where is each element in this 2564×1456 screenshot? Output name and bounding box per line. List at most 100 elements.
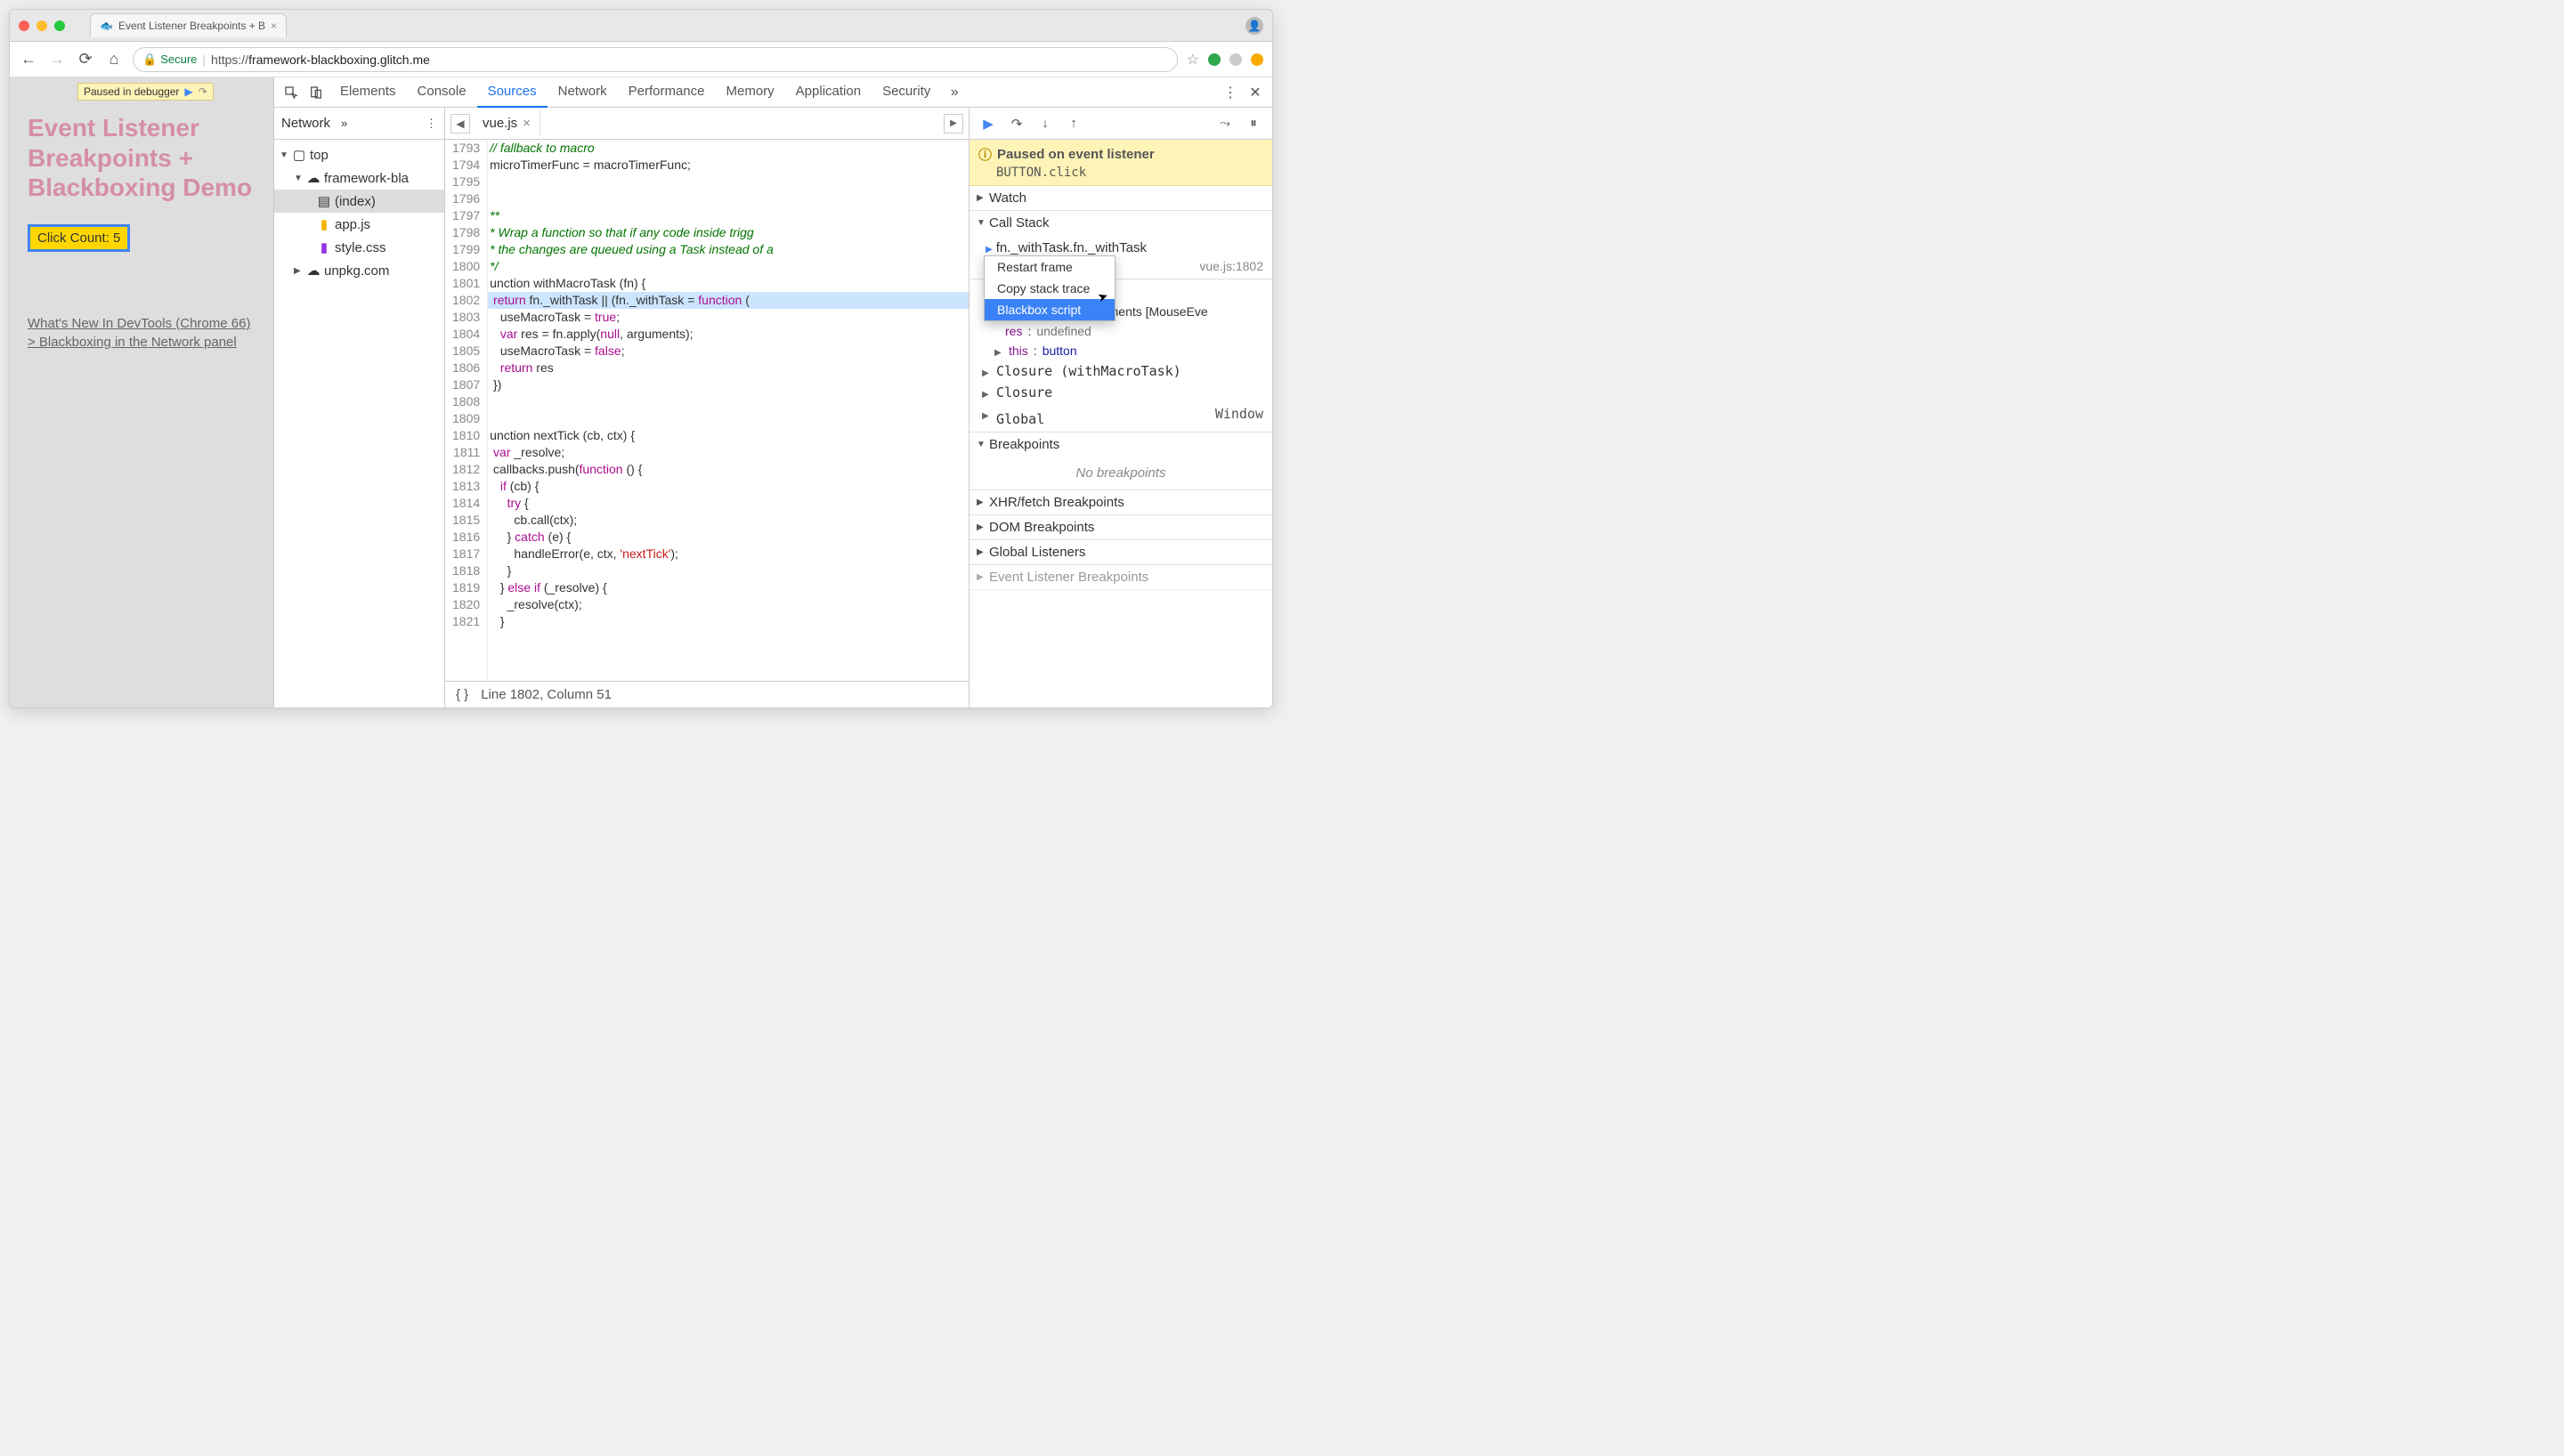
next-tab-button[interactable]: ▶	[944, 114, 963, 133]
browser-tab[interactable]: 🐟 Event Listener Breakpoints + B ×	[90, 13, 287, 37]
tree-domain-2[interactable]: ▶☁ unpkg.com	[274, 259, 444, 282]
devtools-tab-elements[interactable]: Elements	[329, 77, 407, 108]
home-button[interactable]: ⌂	[104, 50, 124, 69]
secure-label: Secure	[160, 53, 197, 66]
extension-icon-1[interactable]	[1208, 53, 1221, 66]
scope-label: Closure (withMacroTask)	[996, 363, 1181, 379]
scope-global-value: Window	[1215, 406, 1263, 422]
tab-favicon: 🐟	[100, 20, 113, 32]
editor-tab[interactable]: vue.js ×	[474, 110, 540, 136]
bookmark-star-icon[interactable]: ☆	[1187, 51, 1199, 69]
devtools-tab-memory[interactable]: Memory	[716, 77, 785, 108]
tree-file-index[interactable]: ▤ (index)	[274, 190, 444, 213]
step-icon[interactable]: ↷	[199, 85, 207, 98]
device-mode-icon[interactable]	[304, 81, 328, 104]
global-listeners-section[interactable]: ▶Global Listeners	[970, 540, 1272, 565]
devtools-tab-console[interactable]: Console	[407, 77, 477, 108]
tree-file-label: style.css	[335, 240, 386, 255]
webpage-viewport: Paused in debugger ▶ ↷ Event Listener Br…	[10, 77, 273, 708]
pretty-print-icon[interactable]: { }	[456, 687, 468, 702]
section-label: DOM Breakpoints	[989, 520, 1094, 535]
browser-window: 🐟 Event Listener Breakpoints + B × 👤 ← →…	[9, 9, 1273, 708]
context-menu: Restart frame Copy stack trace Blackbox …	[984, 255, 1116, 321]
js-file-icon: ▮	[317, 216, 331, 232]
devtools-tab-security[interactable]: Security	[872, 77, 941, 108]
ctx-copy-stack-trace[interactable]: Copy stack trace	[985, 278, 1115, 299]
omnibox[interactable]: 🔒 Secure | https://framework-blackboxing…	[133, 47, 1178, 72]
devtools-tab-network[interactable]: Network	[548, 77, 618, 108]
extension-icon-2[interactable]	[1229, 53, 1242, 66]
event-listener-breakpoints-section[interactable]: ▶Event Listener Breakpoints	[970, 565, 1272, 590]
minimize-window-icon[interactable]	[37, 20, 47, 31]
page-link[interactable]: What's New In DevTools (Chrome 66) > Bla…	[28, 314, 256, 352]
tree-file-label: (index)	[335, 194, 376, 209]
forward-button[interactable]: →	[47, 50, 67, 69]
sidebar-pane-label[interactable]: Network	[281, 116, 330, 131]
click-count-button[interactable]: Click Count: 5	[28, 224, 130, 252]
sidebar-pane-more-icon[interactable]: »	[341, 117, 347, 130]
watch-section[interactable]: ▶Watch	[970, 186, 1272, 211]
xhr-breakpoints-section[interactable]: ▶XHR/fetch Breakpoints	[970, 490, 1272, 515]
cloud-icon: ☁	[306, 263, 320, 279]
scope-closure-1[interactable]: ▶Closure (withMacroTask)	[970, 360, 1272, 382]
scope-var-res[interactable]: res: undefined	[970, 321, 1272, 341]
tree-domain-2-label: unpkg.com	[324, 263, 389, 279]
devtools: ElementsConsoleSourcesNetworkPerformance…	[273, 77, 1272, 708]
breakpoints-header[interactable]: ▼Breakpoints	[970, 433, 1272, 457]
sidebar-pane-menu-icon[interactable]: ⋮	[426, 117, 437, 131]
step-out-button[interactable]: ↑	[1064, 114, 1083, 133]
pause-banner: ⓘ Paused on event listener BUTTON.click	[970, 140, 1272, 186]
close-window-icon[interactable]	[19, 20, 29, 31]
editor-pane: ◀ vue.js × ▶ 179317941795179617971798179…	[445, 108, 970, 708]
extension-icon-3[interactable]	[1251, 53, 1263, 66]
scope-var-this[interactable]: ▶ this: button	[970, 341, 1272, 360]
deactivate-breakpoints-button[interactable]: ⤳	[1215, 114, 1235, 133]
tree-domain-1[interactable]: ▼☁ framework-bla	[274, 166, 444, 190]
devtools-menu-icon[interactable]: ⋮	[1219, 81, 1242, 104]
scope-label: Global	[996, 411, 1044, 427]
maximize-window-icon[interactable]	[54, 20, 65, 31]
tab-close-icon[interactable]: ×	[271, 20, 277, 32]
stack-frame-location[interactable]: vue.js:1802	[1199, 259, 1263, 273]
titlebar: 🐟 Event Listener Breakpoints + B × 👤	[10, 10, 1272, 42]
back-button[interactable]: ←	[19, 50, 38, 69]
sources-sidebar: Network » ⋮ ▼▢ top ▼☁ framework-bla	[274, 108, 445, 708]
tree-top-label: top	[310, 148, 329, 163]
resume-icon[interactable]: ▶	[184, 85, 192, 98]
ctx-blackbox-script[interactable]: Blackbox script	[985, 299, 1115, 320]
close-devtools-icon[interactable]: ✕	[1244, 81, 1267, 104]
tree-file-appjs[interactable]: ▮ app.js	[274, 213, 444, 236]
callstack-header[interactable]: ▼Call Stack	[970, 211, 1272, 235]
step-into-button[interactable]: ↓	[1035, 114, 1055, 133]
scope-closure-2[interactable]: ▶Closure	[970, 382, 1272, 403]
scope-global[interactable]: ▶Global Window	[970, 403, 1272, 430]
more-tabs-icon[interactable]: »	[943, 81, 966, 104]
profile-icon[interactable]: 👤	[1245, 17, 1263, 35]
scope-label: Closure	[996, 384, 1052, 400]
dom-breakpoints-section[interactable]: ▶DOM Breakpoints	[970, 515, 1272, 540]
resume-button[interactable]: ▶	[978, 114, 998, 133]
code-editor[interactable]: 1793179417951796179717981799180018011802…	[445, 140, 969, 681]
file-tree: ▼▢ top ▼☁ framework-bla ▤ (index) ▮	[274, 140, 444, 286]
pause-on-exceptions-button[interactable]: ⏸	[1244, 114, 1263, 133]
devtools-tab-application[interactable]: Application	[785, 77, 872, 108]
step-over-button[interactable]: ↷	[1007, 114, 1026, 133]
ctx-restart-frame[interactable]: Restart frame	[985, 256, 1115, 278]
section-label: Global Listeners	[989, 545, 1085, 560]
devtools-tab-performance[interactable]: Performance	[618, 77, 716, 108]
tree-file-stylecss[interactable]: ▮ style.css	[274, 236, 444, 259]
secure-indicator: 🔒 Secure	[142, 53, 197, 67]
devtools-tabs: ElementsConsoleSourcesNetworkPerformance…	[274, 77, 1272, 108]
css-file-icon: ▮	[317, 239, 331, 255]
sidebar-pane-header: Network » ⋮	[274, 108, 444, 140]
no-breakpoints-label: No breakpoints	[970, 457, 1272, 489]
pause-reason: Paused on event listener	[997, 147, 1155, 162]
reload-button[interactable]: ⟳	[76, 50, 95, 69]
editor-tab-label: vue.js	[483, 116, 517, 131]
inspect-element-icon[interactable]	[280, 81, 303, 104]
devtools-tab-sources[interactable]: Sources	[477, 77, 548, 108]
section-label: Event Listener Breakpoints	[989, 570, 1148, 585]
tree-top[interactable]: ▼▢ top	[274, 143, 444, 166]
prev-tab-button[interactable]: ◀	[450, 114, 470, 133]
close-tab-icon[interactable]: ×	[523, 116, 531, 131]
